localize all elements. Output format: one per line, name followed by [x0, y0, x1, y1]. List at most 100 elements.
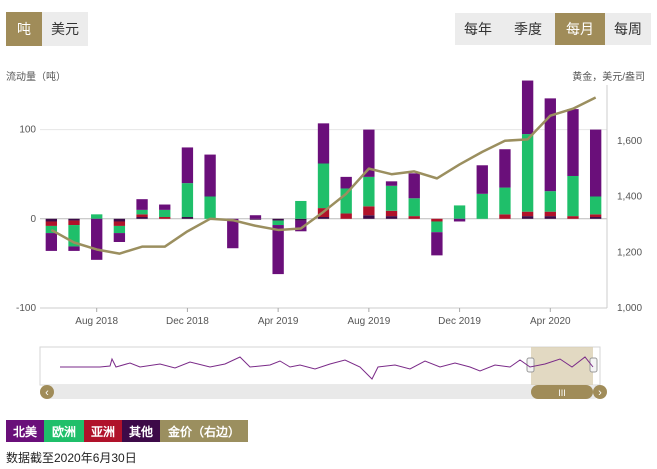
bar-asia — [340, 213, 352, 219]
scroll-left-arrow: ‹ — [45, 387, 49, 399]
bar-other — [113, 218, 126, 222]
bar-north-america — [476, 165, 488, 194]
y2-tick-label: 1,200 — [617, 247, 642, 258]
bar-europe — [272, 220, 284, 226]
bar-north-america — [544, 98, 556, 192]
bar-asia — [544, 211, 556, 217]
bar-asia — [567, 216, 579, 219]
bar-other — [544, 216, 556, 219]
bar-north-america — [340, 176, 352, 189]
bar-other — [589, 217, 602, 219]
bar-north-america — [159, 204, 171, 210]
bar-asia — [136, 214, 148, 218]
bar-north-america — [453, 218, 466, 222]
range-navigator[interactable]: ‹ III › — [0, 345, 657, 405]
bar-europe — [385, 185, 398, 211]
y-tick-label: -100 — [16, 303, 36, 314]
bar-europe — [521, 134, 534, 212]
bar-europe — [567, 175, 579, 217]
y2-tick-label: 1,000 — [617, 303, 642, 314]
bar-other — [68, 218, 80, 221]
bar-north-america — [272, 225, 284, 275]
y2-tick-label: 1,600 — [617, 136, 642, 147]
bar-north-america — [408, 173, 420, 199]
bar-europe — [589, 196, 602, 215]
bar-other — [45, 218, 58, 222]
bar-other — [272, 218, 284, 221]
bar-asia — [385, 210, 398, 217]
bar-asia — [589, 214, 602, 218]
bar-other — [521, 216, 534, 219]
legend-europe[interactable]: 欧洲 — [44, 420, 84, 442]
bar-europe — [181, 183, 194, 218]
bar-europe — [431, 221, 443, 233]
bar-europe — [113, 225, 126, 234]
bar-europe — [317, 163, 330, 209]
bar-asia — [45, 221, 58, 226]
bar-north-america — [499, 149, 511, 188]
bar-asia — [363, 206, 375, 216]
legend-asia[interactable]: 亚洲 — [84, 420, 122, 442]
legend-other[interactable]: 其他 — [122, 420, 160, 442]
bar-europe — [204, 196, 216, 219]
bar-north-america — [91, 218, 103, 260]
bar-north-america — [113, 233, 126, 242]
bar-north-america — [68, 246, 80, 251]
x-tick-label: Dec 2019 — [438, 316, 481, 327]
bar-other — [363, 215, 375, 219]
bar-europe — [499, 187, 511, 215]
bar-north-america — [567, 109, 579, 176]
bar-europe — [91, 214, 103, 219]
bar-europe — [453, 205, 466, 219]
x-tick-label: Aug 2019 — [347, 316, 390, 327]
bar-other — [136, 217, 148, 219]
scroll-thumb-grip: III — [558, 388, 566, 398]
bar-europe — [136, 209, 148, 215]
bar-other — [181, 217, 194, 219]
bar-asia — [159, 217, 171, 219]
flow-chart: -100 0 100 1,000 1,200 1,400 1,600 Aug 2018 Dec … — [16, 80, 642, 327]
bar-europe — [159, 209, 171, 218]
bar-asia — [68, 220, 80, 226]
bar-north-america — [385, 181, 398, 186]
bar-north-america — [204, 154, 216, 197]
x-tick-label: Apr 2020 — [530, 316, 571, 327]
navigator-left-handle[interactable] — [526, 357, 535, 373]
scroll-right-arrow: › — [598, 387, 602, 399]
bar-north-america — [136, 199, 148, 210]
x-tick-label: Apr 2019 — [258, 316, 299, 327]
bar-north-america — [45, 233, 58, 251]
y-tick-label: 0 — [30, 214, 36, 225]
bar-europe — [363, 176, 375, 207]
bar-asia — [499, 214, 511, 219]
bar-other — [249, 218, 262, 220]
bar-north-america — [431, 232, 443, 256]
bar-europe — [295, 200, 307, 219]
bar-europe — [476, 193, 488, 219]
bar-other — [385, 216, 398, 219]
legend-gold-price[interactable]: 金价（右边） — [160, 420, 248, 442]
bar-asia — [431, 218, 443, 222]
navigator-scrollbar[interactable] — [40, 385, 600, 399]
data-footnote: 数据截至2020年6月30日 — [6, 451, 137, 465]
legend-north-america[interactable]: 北美 — [6, 420, 44, 442]
bar-north-america — [521, 80, 534, 135]
bar-europe — [544, 191, 556, 212]
bar-asia — [113, 221, 126, 226]
bar-asia — [521, 211, 534, 217]
bar-asia — [408, 216, 420, 219]
x-tick-label: Dec 2018 — [166, 316, 209, 327]
bar-europe — [408, 198, 420, 217]
bar-other — [295, 218, 307, 221]
y-tick-label: 100 — [19, 125, 36, 136]
bar-north-america — [227, 218, 239, 249]
navigator-selection[interactable] — [531, 347, 593, 385]
y2-tick-label: 1,400 — [617, 192, 642, 203]
bar-north-america — [589, 129, 602, 197]
bar-north-america — [317, 123, 330, 164]
x-tick-label: Aug 2018 — [75, 316, 118, 327]
bar-north-america — [181, 147, 194, 184]
bar-other — [317, 217, 330, 219]
bar-north-america — [249, 215, 262, 219]
navigator-track — [39, 346, 601, 386]
